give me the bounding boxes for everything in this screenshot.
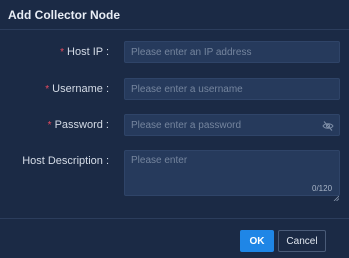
required-marker: * xyxy=(45,84,50,95)
username-label-text: Username : xyxy=(52,83,109,95)
resize-grip-icon[interactable] xyxy=(333,188,340,202)
cancel-button[interactable]: Cancel xyxy=(278,230,326,252)
username-row: * Username : xyxy=(0,78,349,100)
character-counter: 0/120 xyxy=(312,184,333,193)
required-marker: * xyxy=(47,120,52,131)
dialog-footer: OK Cancel xyxy=(0,218,349,258)
host-ip-label-text: Host IP : xyxy=(67,46,109,58)
host-description-label: Host Description : xyxy=(22,155,109,167)
dialog-header: Add Collector Node xyxy=(0,0,349,30)
password-input[interactable] xyxy=(124,114,340,136)
password-label: * Password : xyxy=(48,114,109,136)
host-description-textarea[interactable] xyxy=(124,150,340,196)
dialog-title: Add Collector Node xyxy=(8,7,121,22)
host-ip-row: * Host IP : xyxy=(0,41,349,63)
password-row: * Password : xyxy=(0,114,349,136)
ok-button[interactable]: OK xyxy=(240,230,274,252)
username-input[interactable] xyxy=(124,78,340,100)
required-marker: * xyxy=(60,47,65,58)
username-label: * Username : xyxy=(45,78,109,100)
host-ip-label: * Host IP : xyxy=(60,41,109,63)
host-ip-input[interactable] xyxy=(124,41,340,63)
eye-off-icon[interactable] xyxy=(322,119,334,131)
add-collector-node-dialog: Add Collector Node *Host IP : *Username … xyxy=(0,0,349,258)
password-label-text: Password : xyxy=(54,119,109,131)
host-description-row: Host Description : 0/120 xyxy=(0,150,349,202)
